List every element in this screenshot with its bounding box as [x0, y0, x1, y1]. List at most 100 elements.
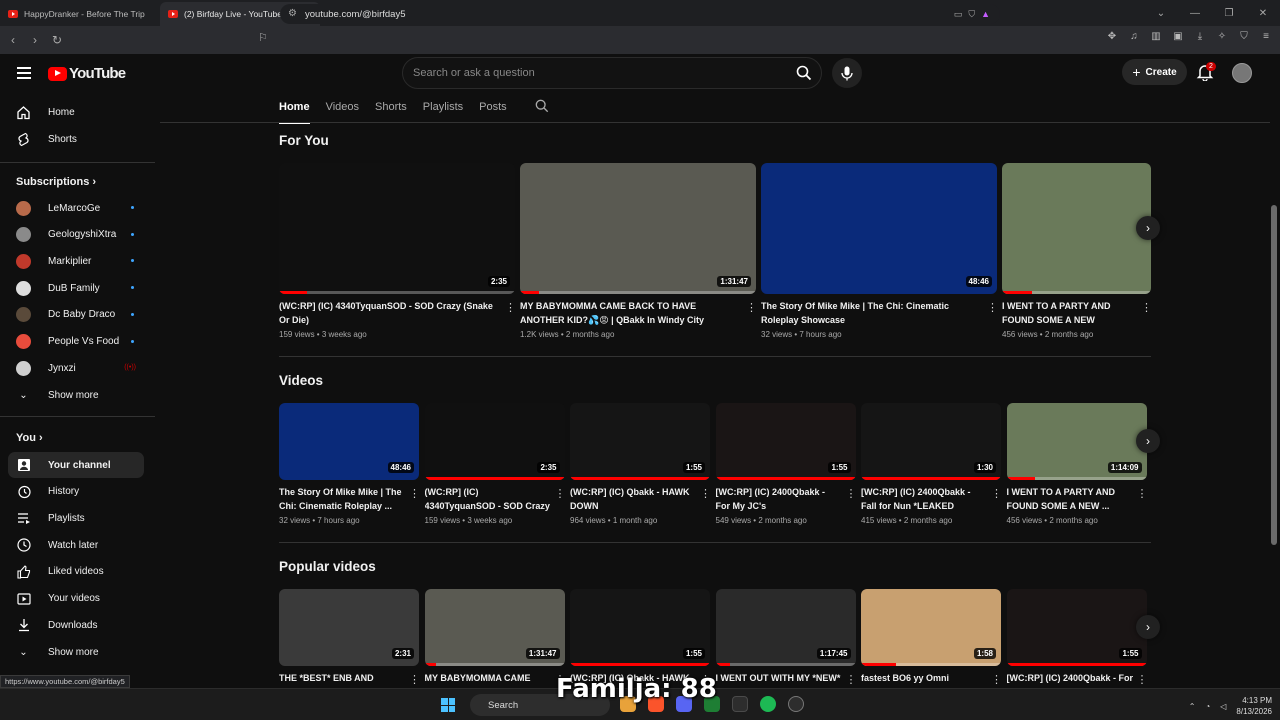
network-icon[interactable]: ◔	[1205, 702, 1210, 711]
tab-playlists[interactable]: Playlists	[423, 101, 463, 113]
video-thumbnail[interactable]: 1:14:09	[1006, 403, 1147, 480]
videos-heading[interactable]: Videos	[279, 373, 323, 388]
video-title[interactable]: [WC:RP] (IC) 2400Qbakk - For	[1007, 672, 1133, 685]
page-scrollbar[interactable]	[1271, 205, 1277, 545]
shield-icon[interactable]: ⛉	[968, 9, 975, 20]
sidebar-item-subscription[interactable]: DuB Family	[8, 275, 144, 301]
download-icon[interactable]: ⤓	[1194, 31, 1206, 42]
video-thumbnail[interactable]: 1:31:47	[520, 163, 756, 294]
sidebar-item-subscription[interactable]: People Vs Food	[8, 329, 144, 355]
video-card[interactable]: I WENT TO A PARTY AND FOUND SOME A NEW G…	[1002, 163, 1152, 344]
video-title[interactable]: I WENT OUT WITH MY *NEW*	[716, 672, 842, 685]
video-thumbnail[interactable]: 2:31	[279, 589, 419, 666]
cast-icon[interactable]: ▭	[954, 9, 963, 20]
video-card[interactable]: 2:35 (WC:RP] (IC) 4340TyquanSOD - SOD Cra…	[279, 163, 516, 344]
forward-icon[interactable]: ›	[24, 29, 46, 51]
video-thumbnail[interactable]: 1:55	[570, 403, 710, 480]
music-icon[interactable]: ♫	[1128, 31, 1140, 42]
search-input[interactable]: Search or ask a question	[402, 57, 822, 89]
tab-home[interactable]: Home	[279, 101, 310, 124]
sidebar-item-downloads[interactable]: Downloads	[8, 612, 144, 638]
channel-search-icon[interactable]	[535, 99, 549, 116]
more-actions-icon[interactable]: ⋮	[991, 489, 1002, 500]
video-title[interactable]: [WC:RP] (IC) 2400Qbakk - Fall for Nun *L…	[861, 486, 987, 513]
video-title[interactable]: (WC:RP] (IC) 4340TyquanSOD - SOD Crazy (…	[279, 300, 501, 327]
more-actions-icon[interactable]: ⋮	[846, 675, 857, 686]
account-avatar[interactable]	[1232, 63, 1252, 83]
rewards-icon[interactable]: ▲	[981, 9, 990, 19]
create-button[interactable]: + Create	[1122, 59, 1187, 85]
volume-icon[interactable]: ◁	[1220, 702, 1226, 711]
video-card[interactable]: 1:31:47 MY BABYMOMMA CAME BACK TO HAVE AN…	[520, 163, 757, 344]
browser-tab[interactable]: HappyDranker - Before The Trip	[0, 2, 160, 26]
video-title[interactable]: The Story Of Mike Mike | The Chi: Cinema…	[761, 300, 983, 327]
video-title[interactable]: MY BABYMOMMA CAME BACK TO HAVE ANOTHER K…	[520, 300, 742, 327]
video-title[interactable]: I WENT TO A PARTY AND FOUND SOME A NEW .…	[1007, 486, 1133, 513]
show-more-library[interactable]: ⌄ Show more	[8, 639, 144, 665]
video-thumbnail[interactable]: 1:58	[861, 589, 1001, 666]
site-info-icon[interactable]: ⚙	[288, 8, 297, 19]
close-window-icon[interactable]: ✕	[1246, 0, 1280, 26]
sidebar-item-subscription[interactable]: LeMarcoGe	[8, 195, 144, 221]
more-actions-icon[interactable]: ⋮	[1137, 675, 1148, 686]
sidebar-item-watch-later[interactable]: Watch later	[8, 532, 144, 558]
video-thumbnail[interactable]	[1002, 163, 1151, 294]
sidebar-item-subscription[interactable]: GeologyshiXtra	[8, 222, 144, 248]
popular-videos-heading[interactable]: Popular videos	[279, 559, 376, 574]
video-thumbnail[interactable]: 2:35	[279, 163, 515, 294]
url-field[interactable]: ⚙ youtube.com/@birfday5 ▭ ⛉ ▲	[280, 4, 1000, 24]
video-card[interactable]: 2:35 (WC:RP] (IC) 4340TyquanSOD - SOD Cra…	[424, 403, 566, 530]
tab-posts[interactable]: Posts	[479, 101, 507, 113]
video-thumbnail[interactable]: 2:35	[424, 403, 565, 480]
video-card[interactable]: 1:14:09 I WENT TO A PARTY AND FOUND SOME …	[1006, 403, 1148, 530]
next-arrow-icon[interactable]: ›	[1136, 615, 1160, 639]
tray-chevron-icon[interactable]: ⌃	[1189, 702, 1196, 711]
vpn-icon[interactable]: ⛉	[1238, 31, 1250, 42]
sidebar-item-shorts[interactable]: Shorts	[8, 126, 144, 152]
sidebar-item-subscription[interactable]: Markiplier	[8, 248, 144, 274]
video-thumbnail[interactable]: 1:55	[715, 403, 856, 480]
sidebar-item-history[interactable]: History	[8, 479, 144, 505]
more-actions-icon[interactable]: ⋮	[1137, 489, 1148, 500]
microphone-icon[interactable]	[832, 58, 862, 88]
video-thumbnail[interactable]: 1:17:45	[715, 589, 856, 666]
sidebar-item-home[interactable]: Home	[8, 99, 144, 125]
video-thumbnail[interactable]: 1:31:47	[424, 589, 565, 666]
obs-icon[interactable]	[788, 696, 804, 712]
video-thumbnail[interactable]: 1:55	[570, 589, 710, 666]
next-arrow-icon[interactable]: ›	[1136, 216, 1160, 240]
more-actions-icon[interactable]: ⋮	[505, 303, 516, 314]
video-title[interactable]: THE *BEST* ENB AND	[279, 672, 405, 685]
sidebar-icon[interactable]: ▥	[1150, 31, 1162, 42]
next-arrow-icon[interactable]: ›	[1136, 429, 1160, 453]
spotify-icon[interactable]	[760, 696, 776, 712]
restore-icon[interactable]: ❐	[1212, 0, 1246, 26]
sidebar-item-subscription[interactable]: Dc Baby Draco	[8, 302, 144, 328]
more-actions-icon[interactable]: ⋮	[1141, 303, 1152, 314]
more-actions-icon[interactable]: ⋮	[746, 303, 757, 314]
extensions-icon[interactable]: ✥	[1106, 31, 1118, 42]
sidebar-item-playlists[interactable]: Playlists	[8, 505, 144, 531]
hamburger-menu-icon[interactable]	[17, 67, 31, 79]
sidebar-item-your-videos[interactable]: Your videos	[8, 586, 144, 612]
tab-list-icon[interactable]: ⌄	[1144, 0, 1178, 26]
video-title[interactable]: The Story Of Mike Mike | The Chi: Cinema…	[279, 486, 405, 513]
clock[interactable]: 4:13 PM 8/13/2026	[1236, 695, 1272, 717]
more-actions-icon[interactable]: ⋮	[555, 489, 566, 500]
wallet-icon[interactable]: ▣	[1172, 31, 1184, 42]
video-title[interactable]: fastest BO6 yy Omni	[861, 672, 987, 685]
youtube-logo[interactable]: YouTube	[48, 65, 126, 82]
more-actions-icon[interactable]: ⋮	[700, 489, 711, 500]
tab-shorts[interactable]: Shorts	[375, 101, 407, 113]
you-heading[interactable]: You ›	[16, 432, 43, 444]
subscriptions-heading[interactable]: Subscriptions ›	[16, 176, 96, 188]
more-actions-icon[interactable]: ⋮	[409, 489, 420, 500]
video-card[interactable]: 1:55 (WC:RP] (IC) Qbakk - HAWK DOWN ⋮ 964 v…	[570, 403, 711, 530]
more-actions-icon[interactable]: ⋮	[987, 303, 998, 314]
video-title[interactable]: (WC:RP] (IC) 4340TyquanSOD - SOD Crazy (…	[425, 486, 551, 513]
minimize-icon[interactable]: —	[1178, 0, 1212, 26]
sidebar-item-subscription[interactable]: Jynxzi ((•))	[8, 355, 144, 381]
video-title[interactable]: [WC:RP] (IC) 2400Qbakk - For My JC's	[716, 486, 842, 513]
video-card[interactable]: 1:30 [WC:RP] (IC) 2400Qbakk - Fall for Nu…	[861, 403, 1002, 530]
back-icon[interactable]: ‹	[2, 29, 24, 51]
